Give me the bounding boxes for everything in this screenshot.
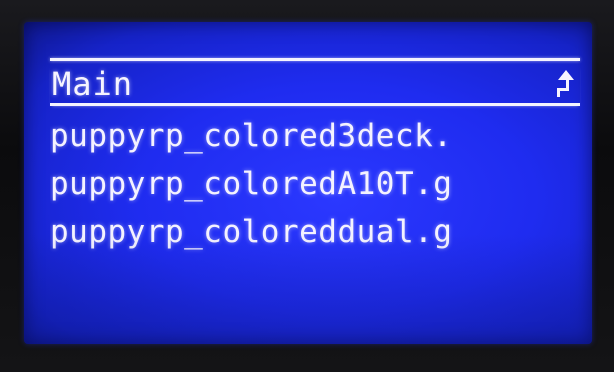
file-item[interactable]: puppyrp_colored3deck.: [50, 112, 580, 160]
up-arrow-icon[interactable]: [556, 69, 576, 99]
menu-title: Main: [52, 65, 134, 103]
file-item[interactable]: puppyrp_coloredA10T.g: [50, 160, 580, 208]
menu-header[interactable]: Main: [50, 65, 580, 106]
display-bezel: Main puppyrp_colored3deck. puppyrp_color…: [0, 0, 614, 372]
file-list: puppyrp_colored3deck. puppyrp_coloredA10…: [50, 112, 580, 256]
top-divider: [50, 58, 580, 61]
sd-card-menu: Main puppyrp_colored3deck. puppyrp_color…: [50, 58, 580, 256]
file-item[interactable]: puppyrp_coloreddual.g: [50, 208, 580, 256]
lcd-screen: Main puppyrp_colored3deck. puppyrp_color…: [24, 22, 592, 344]
